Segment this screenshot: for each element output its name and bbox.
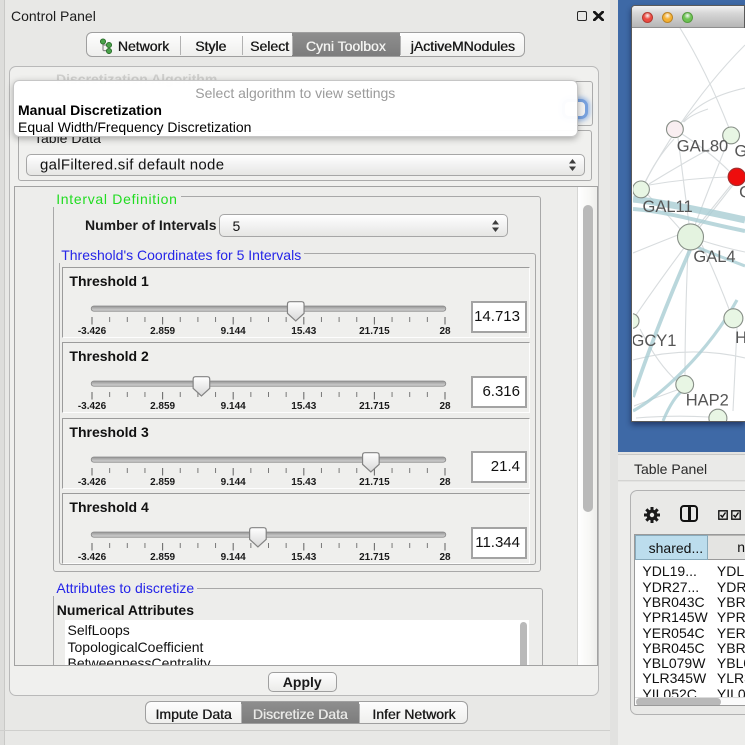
- svg-text:CY: CY: [739, 184, 745, 202]
- svg-text:2.859: 2.859: [150, 326, 175, 337]
- svg-text:-3.426: -3.426: [78, 326, 107, 337]
- svg-text:-3.426: -3.426: [78, 477, 107, 488]
- svg-text:21.715: 21.715: [359, 326, 390, 337]
- svg-text:21.715: 21.715: [359, 477, 390, 488]
- svg-text:2.859: 2.859: [150, 477, 175, 488]
- svg-text:GAL4: GAL4: [693, 248, 735, 266]
- svg-text:-3.426: -3.426: [78, 401, 107, 412]
- svg-text:15.43: 15.43: [292, 326, 317, 337]
- svg-text:GAL80: GAL80: [677, 137, 728, 155]
- svg-text:21.715: 21.715: [359, 401, 390, 412]
- svg-text:28: 28: [440, 401, 452, 412]
- svg-text:9.144: 9.144: [221, 326, 246, 337]
- svg-text:GA: GA: [735, 142, 745, 160]
- svg-text:GAL11: GAL11: [643, 198, 693, 216]
- svg-text:HAP2: HAP2: [686, 391, 729, 409]
- svg-text:-3.426: -3.426: [78, 552, 107, 563]
- svg-text:15.43: 15.43: [292, 477, 317, 488]
- svg-text:9.144: 9.144: [221, 552, 246, 563]
- svg-text:28: 28: [440, 477, 452, 488]
- svg-text:15.43: 15.43: [292, 401, 317, 412]
- svg-text:15.43: 15.43: [292, 552, 317, 563]
- svg-text:9.144: 9.144: [221, 401, 246, 412]
- svg-text:28: 28: [440, 326, 452, 337]
- svg-text:GCY1: GCY1: [633, 332, 676, 350]
- svg-text:2.859: 2.859: [150, 552, 175, 563]
- svg-text:28: 28: [440, 552, 452, 563]
- svg-text:9.144: 9.144: [221, 477, 246, 488]
- svg-text:H: H: [735, 329, 745, 347]
- svg-text:2.859: 2.859: [150, 401, 175, 412]
- svg-text:21.715: 21.715: [359, 552, 390, 563]
